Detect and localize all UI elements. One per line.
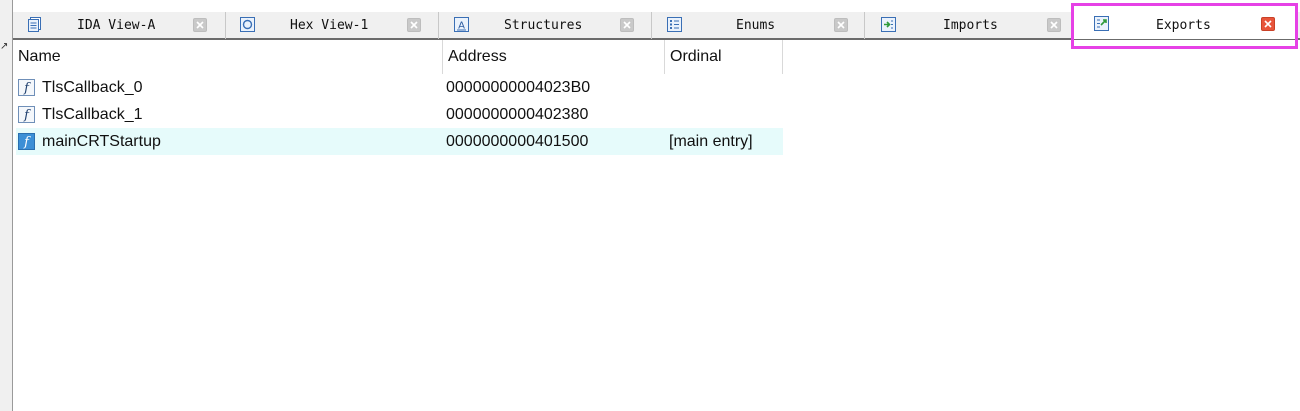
tab-imports[interactable]: Imports [865,12,1074,39]
enums-icon [667,17,682,32]
close-icon[interactable] [620,18,634,32]
tab-enums[interactable]: Enums [652,12,865,39]
column-header-name[interactable]: Name [13,40,443,74]
tab-label: IDA View-A [77,18,156,33]
hex-view-icon [240,17,255,32]
export-name: TlsCallback_0 [42,79,143,96]
close-icon[interactable] [834,18,848,32]
export-address: 0000000000402380 [446,106,589,123]
export-row-selected[interactable]: f mainCRTStartup 0000000000401500 [main … [16,128,783,155]
export-name: mainCRTStartup [42,133,161,150]
tab-hex-view-1[interactable]: Hex View-1 [226,12,439,39]
tab-label: Enums [736,18,776,33]
tab-label: Structures [504,18,583,33]
exports-list[interactable]: Name Address Ordinal f TlsCallback_0 000… [13,40,1300,411]
function-icon: f [18,79,35,96]
export-address: 0000000000401500 [446,133,589,150]
tab-label: Imports [943,18,998,33]
export-name: TlsCallback_1 [42,106,143,123]
function-icon: f [18,133,35,150]
tab-ida-view-a[interactable]: IDA View-A [13,12,226,39]
close-icon[interactable] [1047,18,1061,32]
close-icon[interactable] [407,18,421,32]
column-header-address[interactable]: Address [443,40,665,74]
left-splitter[interactable]: ↗ [0,0,13,411]
export-ordinal: [main entry] [669,133,753,150]
splitter-arrow-icon: ↗ [0,41,9,52]
close-icon[interactable] [193,18,207,32]
column-header-ordinal[interactable]: Ordinal [665,40,783,74]
structures-icon: A [454,17,469,32]
tab-label: Hex View-1 [290,18,369,33]
ida-exports-window: ↗ IDA View-A Hex View-1 A Structures Enu… [0,0,1300,411]
export-row[interactable]: f TlsCallback_0 00000000004023B0 [16,74,783,101]
imports-icon [881,17,896,32]
export-row[interactable]: f TlsCallback_1 0000000000402380 [16,101,783,128]
export-address: 00000000004023B0 [446,79,591,96]
function-icon: f [18,106,35,123]
disassembly-view-icon [27,17,42,32]
tab-structures[interactable]: A Structures [439,12,652,39]
